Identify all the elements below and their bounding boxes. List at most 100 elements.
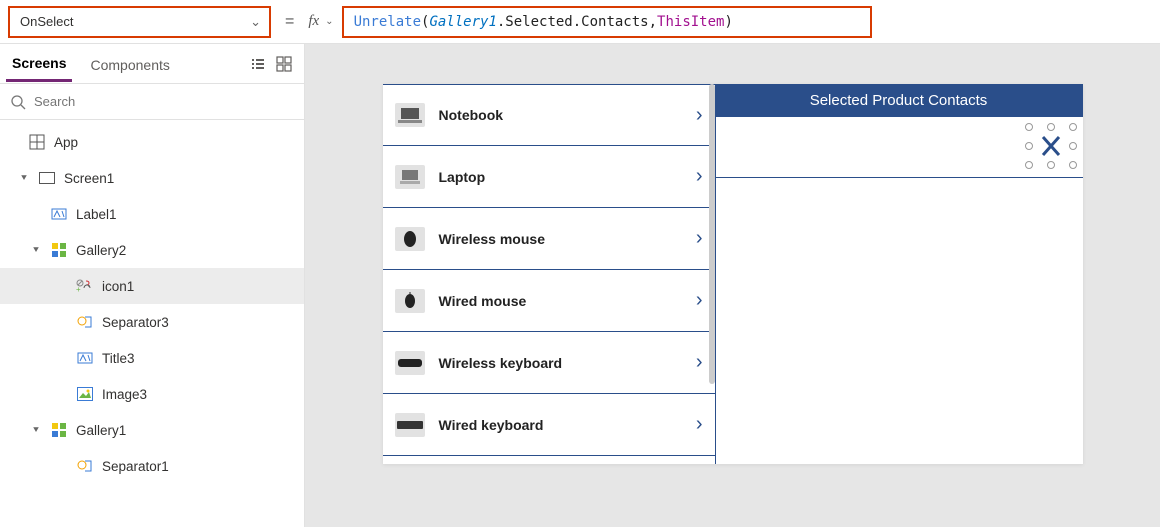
separator-icon (76, 457, 94, 475)
caret-icon: ⯆ (32, 245, 42, 256)
tree-view: App ⯆ Screen1 Label1 ⯆ Gallery2 + icon1 (0, 120, 304, 527)
product-name: Wireless mouse (439, 231, 682, 247)
grid-icon[interactable] (276, 56, 292, 72)
tree-label: Title3 (102, 351, 135, 366)
tree-label: Gallery2 (76, 243, 126, 258)
contacts-header: Selected Product Contacts (715, 84, 1083, 117)
selection-handle[interactable] (1025, 142, 1033, 150)
tree-label: Separator3 (102, 315, 169, 330)
product-thumb-icon (395, 413, 425, 437)
property-dropdown-value: OnSelect (20, 14, 73, 29)
formula-token-chain: .Selected.Contacts, (497, 14, 657, 30)
canvas-area[interactable]: Notebook › Laptop › Wireless mouse › Wired … (305, 44, 1160, 527)
label-icon (50, 205, 68, 223)
selection-handle[interactable] (1047, 161, 1055, 169)
list-item[interactable]: Wireless mouse › (383, 208, 715, 270)
gallery-icon (50, 421, 68, 439)
search-input[interactable] (34, 94, 294, 109)
list-item[interactable]: Notebook › (383, 84, 715, 146)
main-area: Screens Components App (0, 44, 1160, 527)
list-item[interactable]: Wired keyboard › (383, 394, 715, 456)
gallery-icon (50, 241, 68, 259)
chevron-right-icon: › (696, 104, 703, 127)
product-name: Notebook (439, 107, 682, 123)
formula-token-keyword: ThisItem (657, 14, 724, 30)
gallery1-products: Notebook › Laptop › Wireless mouse › Wired … (383, 84, 715, 464)
selection-handle[interactable] (1025, 123, 1033, 131)
svg-text:+: + (76, 285, 81, 293)
tree-item-separator3[interactable]: Separator3 (0, 304, 304, 340)
product-name: Wired keyboard (439, 417, 682, 433)
equals-label: = (285, 13, 294, 31)
list-item[interactable]: Wireless keyboard › (383, 332, 715, 394)
tree-label: icon1 (102, 279, 134, 294)
chevron-right-icon: › (696, 289, 703, 312)
tree-label: Gallery1 (76, 423, 126, 438)
list-item[interactable]: Wired mouse › (383, 270, 715, 332)
selection-handle[interactable] (1069, 123, 1077, 131)
tree-label: Image3 (102, 387, 147, 402)
tree-item-image3[interactable]: Image3 (0, 376, 304, 412)
selection-handle[interactable] (1047, 123, 1055, 131)
tree-item-title3[interactable]: Title3 (0, 340, 304, 376)
chevron-right-icon: › (696, 227, 703, 250)
product-thumb-icon (395, 165, 425, 189)
product-thumb-icon (395, 351, 425, 375)
property-dropdown[interactable]: OnSelect ⌄ (8, 6, 271, 38)
tree-label: Screen1 (64, 171, 114, 186)
image-icon (76, 385, 94, 403)
tree-item-screen1[interactable]: ⯆ Screen1 (0, 160, 304, 196)
product-name: Laptop (439, 169, 682, 185)
tree-label: Label1 (76, 207, 117, 222)
product-thumb-icon (395, 103, 425, 127)
tree-item-icon1[interactable]: + icon1 (0, 268, 304, 304)
chevron-right-icon: › (696, 413, 703, 436)
label-icon (76, 349, 94, 367)
product-thumb-icon (395, 289, 425, 313)
formula-bar: OnSelect ⌄ = fx ⌄ Unrelate ( Gallery1 .S… (0, 0, 1160, 44)
chevron-right-icon: › (696, 351, 703, 374)
formula-token-function: Unrelate (354, 14, 421, 30)
icon1-selected[interactable] (1029, 127, 1073, 165)
caret-icon: ⯆ (32, 425, 42, 436)
tree-item-separator1[interactable]: Separator1 (0, 448, 304, 484)
tree-label: App (54, 135, 78, 150)
formula-input[interactable]: Unrelate ( Gallery1 .Selected.Contacts, … (342, 6, 872, 38)
formula-token-paren: ) (724, 14, 732, 30)
chevron-down-icon: ⌄ (250, 14, 261, 30)
caret-icon: ⯆ (20, 173, 30, 184)
search-row (0, 84, 304, 120)
separator-icon (76, 313, 94, 331)
tree-label: Separator1 (102, 459, 169, 474)
chevron-right-icon: › (696, 165, 703, 188)
chevron-down-icon: ⌄ (325, 16, 333, 27)
fx-button[interactable]: fx ⌄ (308, 13, 333, 30)
tab-components[interactable]: Components (84, 47, 175, 81)
selection-handle[interactable] (1069, 142, 1077, 150)
product-thumb-icon (395, 227, 425, 251)
app-preview: Notebook › Laptop › Wireless mouse › Wired … (383, 84, 1083, 464)
tree-item-app[interactable]: App (0, 124, 304, 160)
product-name: Wired mouse (439, 293, 682, 309)
list-item[interactable]: Laptop › (383, 146, 715, 208)
gallery2-contacts (715, 117, 1083, 464)
tab-screens[interactable]: Screens (6, 45, 72, 82)
panel-tabs: Screens Components (0, 44, 304, 84)
tree-panel: Screens Components App (0, 44, 305, 527)
contacts-panel: Selected Product Contacts (715, 84, 1083, 464)
search-icon (10, 94, 26, 110)
product-name: Wireless keyboard (439, 355, 682, 371)
formula-token-paren: ( (421, 14, 429, 30)
selection-handle[interactable] (1025, 161, 1033, 169)
tree-item-label1[interactable]: Label1 (0, 196, 304, 232)
selection-handle[interactable] (1069, 161, 1077, 169)
fx-icon: fx (308, 13, 319, 30)
screen-icon (38, 169, 56, 187)
formula-token-control: Gallery1 (429, 14, 496, 30)
list-icon[interactable] (250, 56, 266, 72)
icon-control-icon: + (76, 277, 94, 295)
separator-line (716, 177, 1083, 178)
tree-item-gallery2[interactable]: ⯆ Gallery2 (0, 232, 304, 268)
tree-item-gallery1[interactable]: ⯆ Gallery1 (0, 412, 304, 448)
app-icon (28, 133, 46, 151)
